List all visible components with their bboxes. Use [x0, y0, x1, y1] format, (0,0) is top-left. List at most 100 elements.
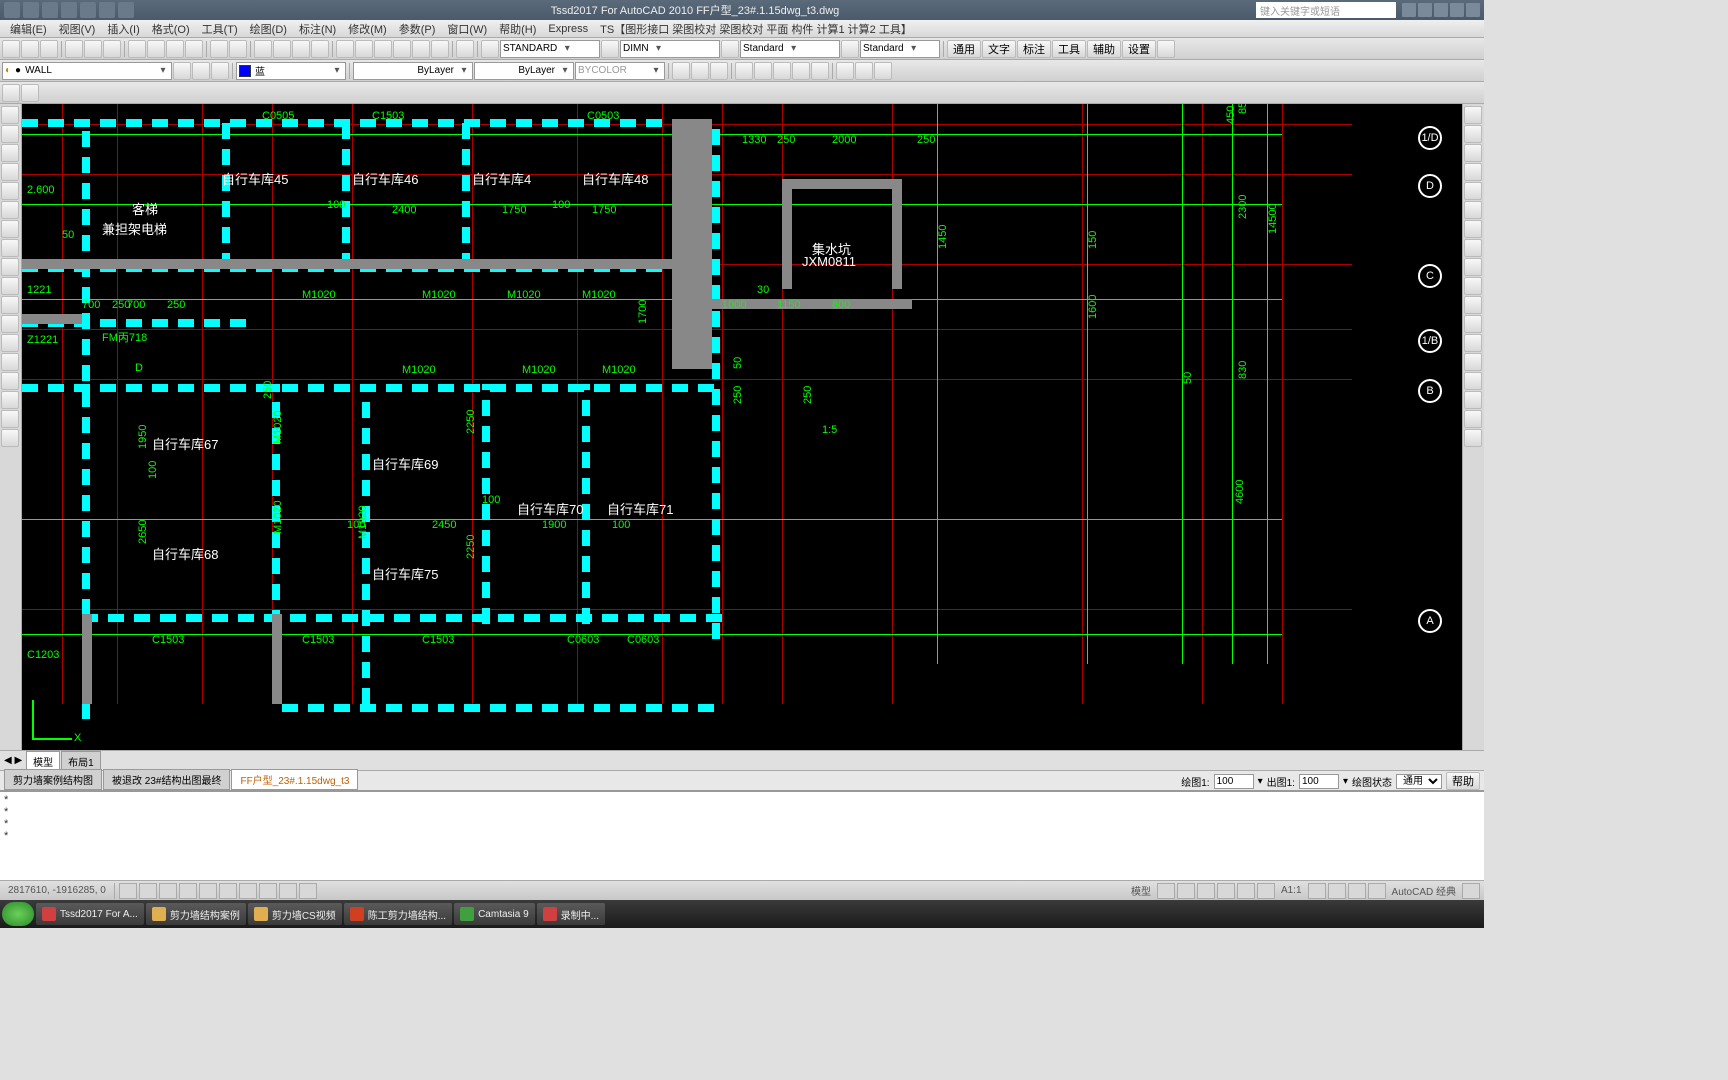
menu-view[interactable]: 视图(V) [53, 21, 102, 37]
left-toolbar-btn[interactable] [1, 106, 19, 124]
ts-btn-5[interactable] [754, 62, 772, 80]
tab-model[interactable]: 模型 [26, 751, 60, 771]
anno-scale[interactable]: A1:1 [1277, 885, 1306, 896]
linetype-combo[interactable]: ByLayer▾ [353, 62, 473, 80]
save-icon[interactable] [40, 40, 58, 58]
file-tab-0[interactable]: 剪力墙案例结构图 [4, 769, 102, 790]
mleader-icon[interactable] [841, 40, 859, 58]
panel-text[interactable]: 文字 [982, 40, 1016, 58]
ts-btn-7[interactable] [792, 62, 810, 80]
snap-toggle[interactable] [119, 883, 137, 899]
extra-1[interactable] [2, 84, 20, 102]
textstyle-icon[interactable] [481, 40, 499, 58]
status-icon-2[interactable] [1177, 883, 1195, 899]
ts-btn-3[interactable] [710, 62, 728, 80]
left-toolbar-btn[interactable] [1, 201, 19, 219]
start-button[interactable] [2, 902, 34, 926]
ts-btn-10[interactable] [855, 62, 873, 80]
menu-insert[interactable]: 插入(I) [101, 21, 145, 37]
table-style-combo[interactable]: Standard▾ [740, 40, 840, 58]
left-toolbar-btn[interactable] [1, 182, 19, 200]
match-icon[interactable] [185, 40, 203, 58]
right-toolbar-btn[interactable] [1464, 163, 1482, 181]
toolpal-icon[interactable] [374, 40, 392, 58]
zoom-window-icon[interactable] [292, 40, 310, 58]
right-toolbar-btn[interactable] [1464, 429, 1482, 447]
publish-icon[interactable] [103, 40, 121, 58]
dim-style-combo[interactable]: DIMN▾ [620, 40, 720, 58]
ts-btn-4[interactable] [735, 62, 753, 80]
left-toolbar-btn[interactable] [1, 296, 19, 314]
right-toolbar-btn[interactable] [1464, 334, 1482, 352]
layer-manager-icon[interactable] [173, 62, 191, 80]
status-icon-10[interactable] [1462, 883, 1480, 899]
menu-format[interactable]: 格式(O) [146, 21, 196, 37]
left-toolbar-btn[interactable] [1, 125, 19, 143]
sheetset-icon[interactable] [393, 40, 411, 58]
preview-icon[interactable] [84, 40, 102, 58]
qat-save-icon[interactable] [61, 2, 77, 18]
help-button[interactable]: 帮助 [1446, 772, 1480, 790]
right-toolbar-btn[interactable] [1464, 258, 1482, 276]
ts-btn-9[interactable] [836, 62, 854, 80]
left-toolbar-btn[interactable] [1, 391, 19, 409]
left-toolbar-btn[interactable] [1, 163, 19, 181]
mleader-style-combo[interactable]: Standard▾ [860, 40, 940, 58]
lineweight-combo[interactable]: ByLayer▾ [474, 62, 574, 80]
zoom-icon[interactable] [273, 40, 291, 58]
right-toolbar-btn[interactable] [1464, 144, 1482, 162]
menu-tools[interactable]: 工具(T) [196, 21, 244, 37]
redo-icon[interactable] [229, 40, 247, 58]
osnap-toggle[interactable] [199, 883, 217, 899]
ts-btn-1[interactable] [672, 62, 690, 80]
left-toolbar-btn[interactable] [1, 429, 19, 447]
menu-edit[interactable]: 编辑(E) [4, 21, 53, 37]
status-icon-3[interactable] [1197, 883, 1215, 899]
qat-open-icon[interactable] [42, 2, 58, 18]
right-toolbar-btn[interactable] [1464, 410, 1482, 428]
new-icon[interactable] [2, 40, 20, 58]
qat-print-icon[interactable] [118, 2, 134, 18]
menu-express[interactable]: Express [542, 23, 594, 35]
right-toolbar-btn[interactable] [1464, 353, 1482, 371]
menu-draw[interactable]: 绘图(D) [244, 21, 293, 37]
workspace-name[interactable]: AutoCAD 经典 [1388, 883, 1460, 898]
menu-dimension[interactable]: 标注(N) [293, 21, 342, 37]
right-toolbar-btn[interactable] [1464, 391, 1482, 409]
dyn-toggle[interactable] [239, 883, 257, 899]
help-icon[interactable] [456, 40, 474, 58]
right-toolbar-btn[interactable] [1464, 315, 1482, 333]
menu-modify[interactable]: 修改(M) [342, 21, 393, 37]
panel-general[interactable]: 通用 [947, 40, 981, 58]
calc-icon[interactable] [431, 40, 449, 58]
ts-btn-11[interactable] [874, 62, 892, 80]
right-toolbar-btn[interactable] [1464, 239, 1482, 257]
right-toolbar-btn[interactable] [1464, 372, 1482, 390]
right-toolbar-btn[interactable] [1464, 182, 1482, 200]
polar-toggle[interactable] [179, 883, 197, 899]
right-toolbar-btn[interactable] [1464, 106, 1482, 124]
cut-icon[interactable] [128, 40, 146, 58]
status-icon-5[interactable] [1237, 883, 1255, 899]
tablestyle-icon[interactable] [721, 40, 739, 58]
text-style-combo[interactable]: STANDARD▾ [500, 40, 600, 58]
plotstyle-combo[interactable]: BYCOLOR▾ [575, 62, 665, 80]
right-toolbar-btn[interactable] [1464, 125, 1482, 143]
layer-prev-icon[interactable] [192, 62, 210, 80]
panel-dim[interactable]: 标注 [1017, 40, 1051, 58]
draw-scale-input[interactable] [1214, 774, 1254, 789]
minimize-icon[interactable] [1434, 3, 1448, 17]
left-toolbar-btn[interactable] [1, 334, 19, 352]
ts-btn-6[interactable] [773, 62, 791, 80]
paste-icon[interactable] [166, 40, 184, 58]
right-toolbar-btn[interactable] [1464, 296, 1482, 314]
file-tab-2[interactable]: FF户型_23#.1.15dwg_t3 [231, 769, 358, 790]
markup-icon[interactable] [412, 40, 430, 58]
info-icon[interactable] [1402, 3, 1416, 17]
taskbar-app[interactable]: Tssd2017 For A... [36, 903, 144, 925]
grid-toggle[interactable] [139, 883, 157, 899]
panel-tools[interactable]: 工具 [1052, 40, 1086, 58]
ortho-toggle[interactable] [159, 883, 177, 899]
lwt-toggle[interactable] [259, 883, 277, 899]
menu-params[interactable]: 参数(P) [393, 21, 442, 37]
